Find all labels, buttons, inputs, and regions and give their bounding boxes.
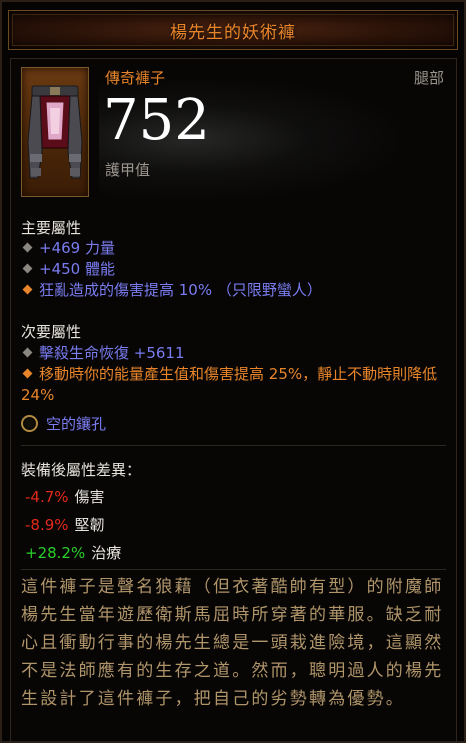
secondary-attributes-heading: 次要屬性 xyxy=(21,323,82,341)
item-slot: 腿部 xyxy=(413,69,444,87)
grey-diamond-icon xyxy=(22,347,33,358)
comparison-row-toughness: -8.9% 堅韌 xyxy=(25,516,105,534)
comparison-row-damage: -4.7% 傷害 xyxy=(25,488,105,506)
grey-diamond-icon xyxy=(22,242,33,253)
primary-attributes-heading: 主要屬性 xyxy=(21,219,82,237)
item-icon-frame xyxy=(21,67,89,197)
socket-icon xyxy=(21,415,38,432)
flavor-text: 這件褲子是聲名狼藉（但衣著酷帥有型）的附魔師楊先生當年遊歷衛斯馬屈時所穿著的華服… xyxy=(21,577,444,709)
section-divider xyxy=(21,445,446,446)
orange-diamond-icon xyxy=(22,284,33,295)
empty-socket: 空的鑲孔 xyxy=(21,413,106,434)
item-details-panel: 傳奇褲子 腿部 752 護甲值 主要屬性 +469 力量 +450 體能 狂亂造… xyxy=(10,58,457,741)
primary-stat: +469 力量 xyxy=(21,238,115,259)
secondary-stat: 擊殺生命恢復 +5611 xyxy=(21,343,185,364)
item-tooltip: 楊先生的妖術褲 傳奇褲子 腿部 752 護甲值 主要屬性 +469 力量 +45… xyxy=(0,0,466,743)
item-name: 楊先生的妖術褲 xyxy=(170,22,296,43)
flavor-divider xyxy=(21,569,446,570)
orange-diamond-icon xyxy=(22,368,33,379)
legendary-pants-icon xyxy=(27,85,83,179)
armor-value: 752 xyxy=(103,88,210,153)
grey-diamond-icon xyxy=(22,263,33,274)
primary-stat: 狂亂造成的傷害提高 10% （只限野蠻人） xyxy=(21,280,322,301)
comparison-heading: 裝備後屬性差異： xyxy=(21,461,142,479)
socket-label: 空的鑲孔 xyxy=(46,415,107,433)
comparison-row-healing: +28.2% 治療 xyxy=(25,544,122,562)
secondary-stat-legendary: 移動時你的能量產生值和傷害提高 25%，靜止不動時則降低 24% xyxy=(21,365,438,404)
item-title-bar: 楊先生的妖術褲 xyxy=(8,10,458,50)
primary-stat: +450 體能 xyxy=(21,259,115,280)
armor-label: 護甲值 xyxy=(105,161,151,179)
